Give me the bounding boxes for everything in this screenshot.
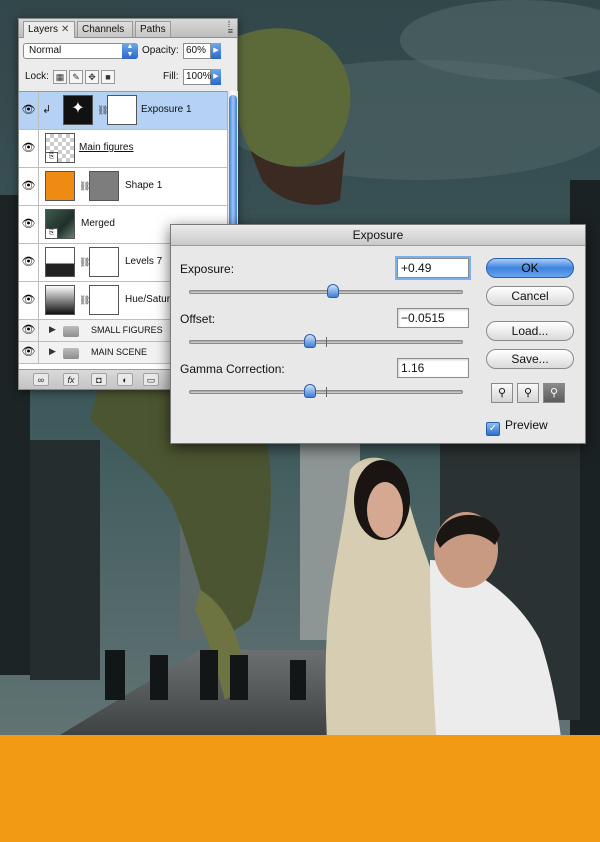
opacity-label: Opacity: [142,45,179,56]
layer-name: Levels 7 [125,256,163,267]
offset-slider[interactable] [189,334,463,348]
expand-triangle-icon[interactable]: ▶ [49,324,56,335]
preview-checkbox[interactable]: ✓ [486,422,500,436]
eye-icon[interactable]: 👁 [19,282,39,319]
fill-label: Fill: [163,71,179,82]
smart-object-icon: ⎘ [45,152,58,163]
layer-mask-thumbnail[interactable] [107,95,137,125]
exposure-slider[interactable] [189,284,463,298]
eye-icon[interactable]: 👁 [19,168,39,205]
group-name: MAIN SCENE [91,347,148,357]
layer-thumbnail: ⎘ [45,209,75,239]
opacity-dropdown-arrow-icon[interactable]: ▶ [211,43,221,59]
tab-layers[interactable]: Layers ✕ [23,21,75,38]
lock-image-icon[interactable]: ✎ [69,70,83,84]
gamma-value-field[interactable]: 1.16 [397,358,469,378]
white-point-eyedropper-icon[interactable]: ⚲ [543,383,565,403]
fx-icon[interactable]: fx [63,373,79,386]
layer-name: Exposure 1 [141,104,192,115]
panel-menu-icon[interactable]: ⁞ ≡ [228,20,233,36]
vector-mask-thumbnail[interactable] [89,171,119,201]
layer-name: Main figures [79,142,134,153]
folder-icon[interactable]: ▭ [143,373,159,386]
exposure-label: Exposure: [180,262,235,276]
lock-all-icon[interactable]: ■ [101,70,115,84]
building [30,440,100,680]
ok-button[interactable]: OK [486,258,574,278]
cancel-button[interactable]: Cancel [486,286,574,306]
preview-label: Preview [505,418,548,432]
gamma-label: Gamma Correction: [180,362,285,376]
layer-name: Shape 1 [125,180,163,191]
close-icon[interactable]: ✕ [61,24,69,35]
eye-icon[interactable]: 👁 [19,244,39,281]
panel-tab-bar: Layers ✕ Channels Paths ⁞ ≡ [19,19,237,38]
lock-icons: ▦ ✎ ✥ ■ [53,70,117,84]
layer-row-main-figures[interactable]: 👁 ⎘ Main figures [19,130,227,168]
gray-point-eyedropper-icon[interactable]: ⚲ [517,383,539,403]
levels-adjustment-icon [45,247,75,277]
mask-icon[interactable]: ◘ [91,373,107,386]
lock-label: Lock: [25,71,49,82]
group-name: SMALL FIGURES [91,325,163,335]
slider-center-tick [326,337,327,347]
layer-name: Merged [81,218,115,229]
tab-channels[interactable]: Channels [77,21,133,37]
black-point-eyedropper-icon[interactable]: ⚲ [491,383,513,403]
layer-mask-thumbnail[interactable] [89,285,119,315]
adjustment-icon[interactable]: ◐ [117,373,133,386]
layer-row-shape-1[interactable]: 👁 ⛓ Shape 1 [19,168,227,206]
clipping-arrow-icon: ↲ [42,104,52,116]
layer-thumbnail: ⎘ [45,133,75,163]
eye-icon[interactable]: 👁 [19,206,39,243]
save-button[interactable]: Save... [486,349,574,369]
tab-paths[interactable]: Paths [135,21,171,37]
link-icon[interactable]: ∞ [33,373,49,386]
eye-icon[interactable]: 👁 [19,320,39,341]
load-button[interactable]: Load... [486,321,574,341]
opacity-field[interactable]: 60% [183,43,211,59]
blend-mode-select[interactable]: Normal ▲ ▼ [23,43,138,59]
offset-value-field[interactable]: −0.0515 [397,308,469,328]
eye-icon[interactable]: 👁 [19,342,39,363]
fill-field[interactable]: 100% [183,69,212,85]
blend-opacity-row: Normal ▲ ▼ Opacity: 60% ▶ [23,43,233,63]
woman-face [367,482,403,538]
eye-icon[interactable]: 👁 [19,92,39,129]
chevron-updown-icon: ▲ ▼ [122,43,138,59]
offset-slider-thumb[interactable] [303,334,316,348]
expand-triangle-icon[interactable]: ▶ [49,346,56,357]
eye-icon[interactable]: 👁 [19,130,39,167]
folder-icon [63,348,79,359]
lock-fill-row: Lock: ▦ ✎ ✥ ■ Fill: 100% ▶ [23,69,233,89]
preview-checkbox-row[interactable]: ✓ Preview [486,418,548,436]
dialog-title: Exposure [171,225,585,246]
gamma-slider[interactable] [189,384,463,398]
exposure-adjustment-icon: ✦ [63,95,93,125]
offset-label: Offset: [180,312,216,326]
shape-fill-thumbnail [45,171,75,201]
exposure-value-field[interactable]: +0.49 [397,258,469,278]
layer-row-exposure-1[interactable]: 👁 ↲ ✦ ⛓ Exposure 1 [19,92,227,130]
gamma-slider-thumb[interactable] [303,384,316,398]
layer-mask-thumbnail[interactable] [89,247,119,277]
smart-object-icon: ⎘ [45,228,58,239]
lock-transparent-icon[interactable]: ▦ [53,70,67,84]
layer-name: Hue/Satur [125,294,171,305]
folder-icon [63,326,79,337]
exposure-slider-thumb[interactable] [326,284,339,298]
lock-position-icon[interactable]: ✥ [85,70,99,84]
hue-saturation-adjustment-icon [45,285,75,315]
exposure-dialog: Exposure Exposure: +0.49 Offset: −0.0515… [170,224,586,444]
fill-dropdown-arrow-icon[interactable]: ▶ [211,69,221,85]
orange-band [0,735,600,842]
slider-center-tick [326,387,327,397]
